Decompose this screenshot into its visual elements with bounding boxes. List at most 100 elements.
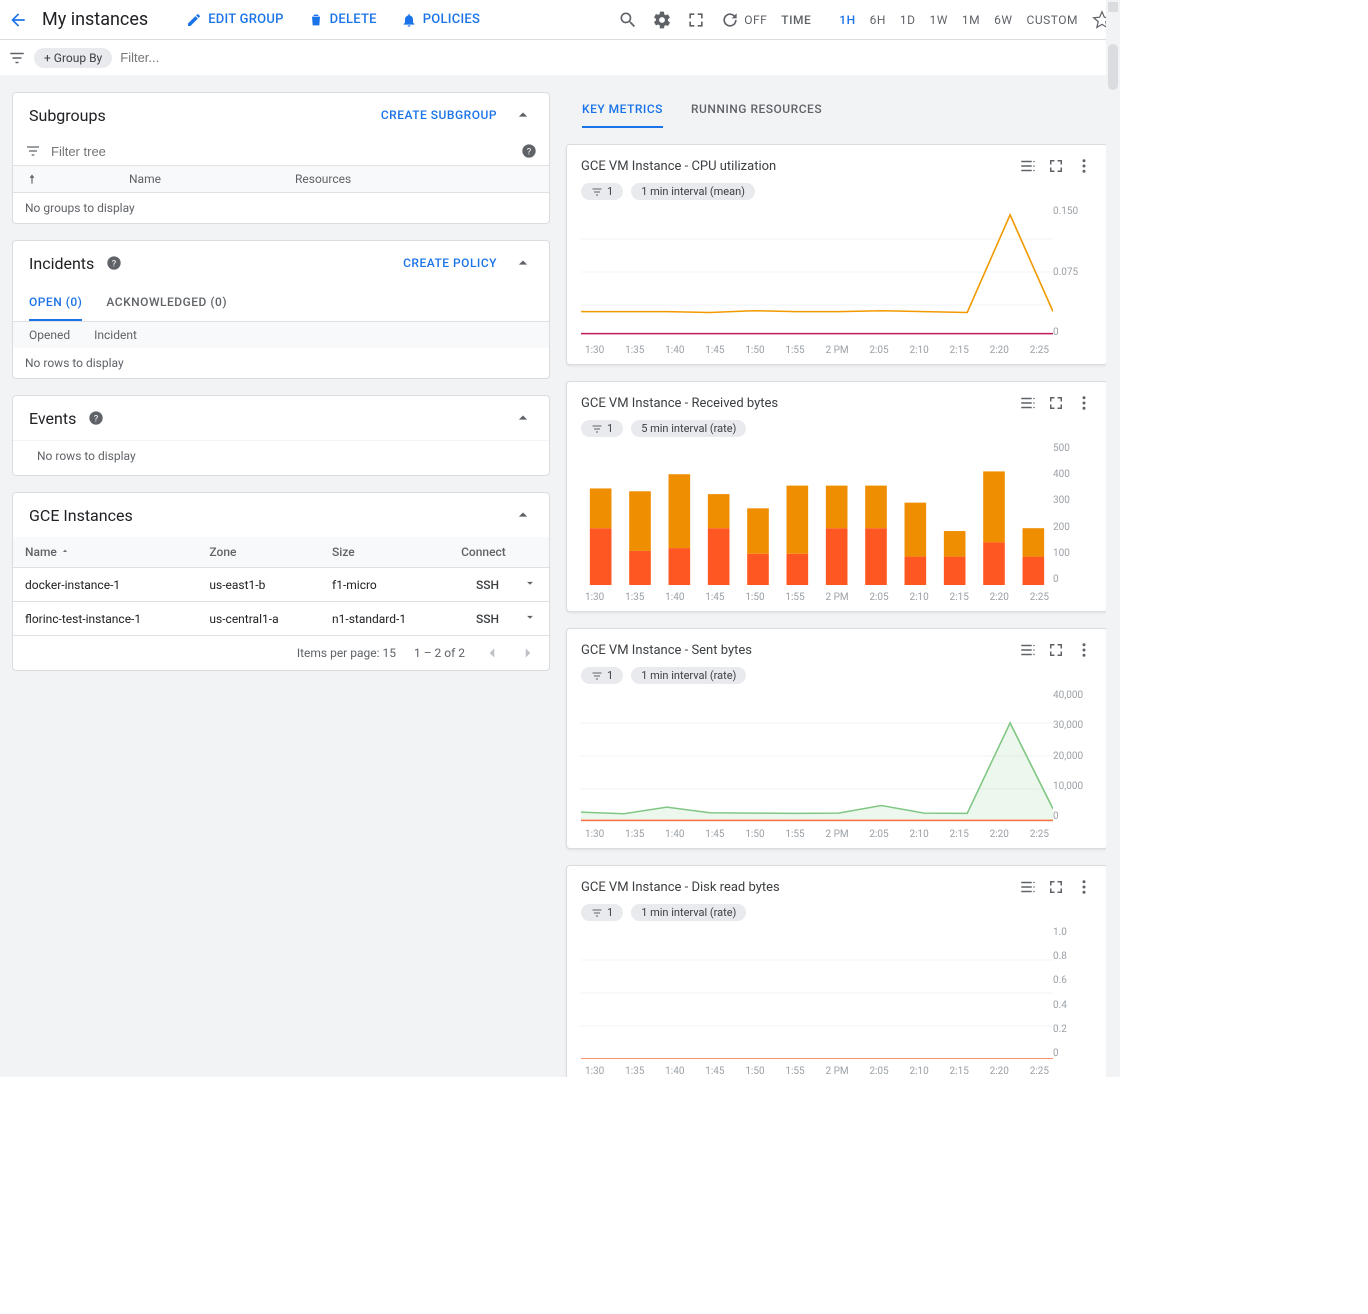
edit-group-button[interactable]: Edit Group bbox=[176, 6, 293, 34]
policies-button[interactable]: Policies bbox=[391, 6, 490, 34]
filter-tree-input[interactable] bbox=[51, 144, 507, 159]
chip-interval[interactable]: 1 min interval (rate) bbox=[631, 667, 746, 684]
more-icon[interactable] bbox=[1075, 878, 1093, 896]
tab-key-metrics[interactable]: Key Metrics bbox=[582, 92, 663, 128]
fullscreen-icon[interactable] bbox=[1047, 157, 1065, 175]
delete-button[interactable]: Delete bbox=[298, 6, 387, 34]
events-card: Events No rows to display bbox=[12, 395, 550, 476]
x-tick: 1:40 bbox=[665, 592, 684, 603]
more-icon[interactable] bbox=[1075, 157, 1093, 175]
fullscreen-icon[interactable] bbox=[1047, 878, 1065, 896]
col-connect[interactable]: Connect bbox=[449, 537, 549, 568]
next-page-icon[interactable] bbox=[519, 644, 537, 662]
help-icon[interactable] bbox=[521, 143, 537, 159]
x-tick: 2 PM bbox=[825, 829, 848, 840]
chart-area[interactable]: 1.00.80.60.40.20 1:301:351:401:451:501:5… bbox=[581, 927, 1093, 1077]
y-tick: 30,000 bbox=[1053, 720, 1093, 731]
scrollbar[interactable] bbox=[1106, 0, 1120, 1077]
help-icon[interactable] bbox=[106, 255, 122, 271]
x-tick: 1:35 bbox=[625, 592, 644, 603]
x-tick: 2:20 bbox=[990, 829, 1009, 840]
chart-title: GCE VM Instance - CPU utilization bbox=[581, 159, 1011, 174]
chevron-up-icon[interactable] bbox=[513, 105, 533, 125]
group-by-chip[interactable]: + Group By bbox=[34, 48, 112, 68]
chevron-down-icon[interactable] bbox=[523, 610, 537, 624]
chart-area[interactable]: 0.1500.0750 1:301:351:401:451:501:552 PM… bbox=[581, 206, 1093, 356]
x-tick: 2:10 bbox=[909, 345, 928, 356]
chip-series-count[interactable]: 1 bbox=[581, 183, 623, 200]
chart-title: GCE VM Instance - Received bytes bbox=[581, 396, 1011, 411]
topbar-actions: Edit Group Delete Policies bbox=[176, 6, 490, 34]
table-row[interactable]: docker-instance-1us-east1-bf1-microSSH bbox=[13, 568, 549, 602]
chip-series-count[interactable]: 1 bbox=[581, 667, 623, 684]
y-tick: 0.075 bbox=[1053, 267, 1093, 278]
prev-page-icon[interactable] bbox=[483, 644, 501, 662]
x-tick: 1:55 bbox=[785, 1066, 804, 1077]
fullscreen-icon[interactable] bbox=[686, 10, 706, 30]
chevron-up-icon[interactable] bbox=[513, 253, 533, 273]
autorefresh-toggle[interactable]: OFF bbox=[720, 10, 767, 30]
tab-acknowledged[interactable]: Acknowledged (0) bbox=[106, 285, 227, 321]
time-range-1m[interactable]: 1M bbox=[962, 13, 980, 27]
y-tick: 0.4 bbox=[1053, 1000, 1093, 1011]
chart-plot bbox=[581, 206, 1053, 338]
chip-interval[interactable]: 1 min interval (rate) bbox=[631, 904, 746, 921]
tab-open[interactable]: Open (0) bbox=[29, 285, 82, 321]
table-row[interactable]: florinc-test-instance-1us-central1-an1-s… bbox=[13, 602, 549, 636]
more-icon[interactable] bbox=[1075, 394, 1093, 412]
chevron-down-icon[interactable] bbox=[523, 576, 537, 590]
ssh-button[interactable]: SSH bbox=[476, 578, 499, 592]
fullscreen-icon[interactable] bbox=[1047, 394, 1065, 412]
y-tick: 0 bbox=[1053, 1048, 1093, 1059]
more-icon[interactable] bbox=[1075, 641, 1093, 659]
policies-label: Policies bbox=[423, 12, 480, 27]
time-range-1h[interactable]: 1H bbox=[839, 13, 855, 27]
incidents-columns: Opened Incident bbox=[13, 322, 549, 348]
col-zone[interactable]: Zone bbox=[197, 537, 320, 568]
help-icon[interactable] bbox=[88, 410, 104, 426]
x-tick: 2:10 bbox=[909, 592, 928, 603]
ssh-button[interactable]: SSH bbox=[476, 612, 499, 626]
time-label: TIME bbox=[781, 13, 811, 27]
legend-icon[interactable] bbox=[1019, 157, 1037, 175]
filter-icon[interactable] bbox=[8, 49, 26, 67]
sort-icon[interactable] bbox=[25, 172, 39, 186]
x-tick: 2 PM bbox=[825, 345, 848, 356]
time-range-6h[interactable]: 6H bbox=[870, 13, 886, 27]
cell-zone: us-east1-b bbox=[197, 568, 320, 602]
legend-icon[interactable] bbox=[1019, 394, 1037, 412]
back-icon[interactable] bbox=[8, 10, 28, 30]
create-policy-button[interactable]: Create Policy bbox=[403, 256, 497, 270]
x-tick: 2:15 bbox=[950, 829, 969, 840]
legend-icon[interactable] bbox=[1019, 641, 1037, 659]
time-range-1d[interactable]: 1D bbox=[900, 13, 916, 27]
chip-interval[interactable]: 5 min interval (rate) bbox=[631, 420, 746, 437]
chip-interval[interactable]: 1 min interval (mean) bbox=[631, 183, 755, 200]
filter-input[interactable] bbox=[120, 50, 1112, 65]
chevron-up-icon[interactable] bbox=[513, 408, 533, 428]
pager-items[interactable]: Items per page: 15 bbox=[297, 646, 396, 660]
time-range-6w[interactable]: 6W bbox=[994, 13, 1012, 27]
gear-icon[interactable] bbox=[652, 10, 672, 30]
legend-icon[interactable] bbox=[1019, 878, 1037, 896]
chevron-up-icon[interactable] bbox=[513, 505, 533, 525]
y-tick: 100 bbox=[1053, 548, 1093, 559]
chart-area[interactable]: 40,00030,00020,00010,0000 1:301:351:401:… bbox=[581, 690, 1093, 840]
chart-plot bbox=[581, 927, 1053, 1059]
chart-title: GCE VM Instance - Disk read bytes bbox=[581, 880, 1011, 895]
fullscreen-icon[interactable] bbox=[1047, 641, 1065, 659]
time-range-1w[interactable]: 1W bbox=[930, 13, 948, 27]
chip-series-count[interactable]: 1 bbox=[581, 904, 623, 921]
chart-area[interactable]: 5004003002001000 1:301:351:401:451:501:5… bbox=[581, 443, 1093, 603]
search-icon[interactable] bbox=[618, 10, 638, 30]
pager-range: 1 – 2 of 2 bbox=[414, 646, 465, 660]
x-tick: 2:05 bbox=[869, 592, 888, 603]
col-name[interactable]: Name bbox=[13, 537, 197, 568]
create-subgroup-button[interactable]: Create Subgroup bbox=[381, 108, 497, 122]
filter-list-icon[interactable] bbox=[25, 143, 41, 159]
col-size[interactable]: Size bbox=[320, 537, 449, 568]
time-range-custom[interactable]: CUSTOM bbox=[1027, 13, 1078, 27]
col-resources: Resources bbox=[295, 172, 537, 186]
chip-series-count[interactable]: 1 bbox=[581, 420, 623, 437]
tab-running-resources[interactable]: Running Resources bbox=[691, 92, 822, 128]
